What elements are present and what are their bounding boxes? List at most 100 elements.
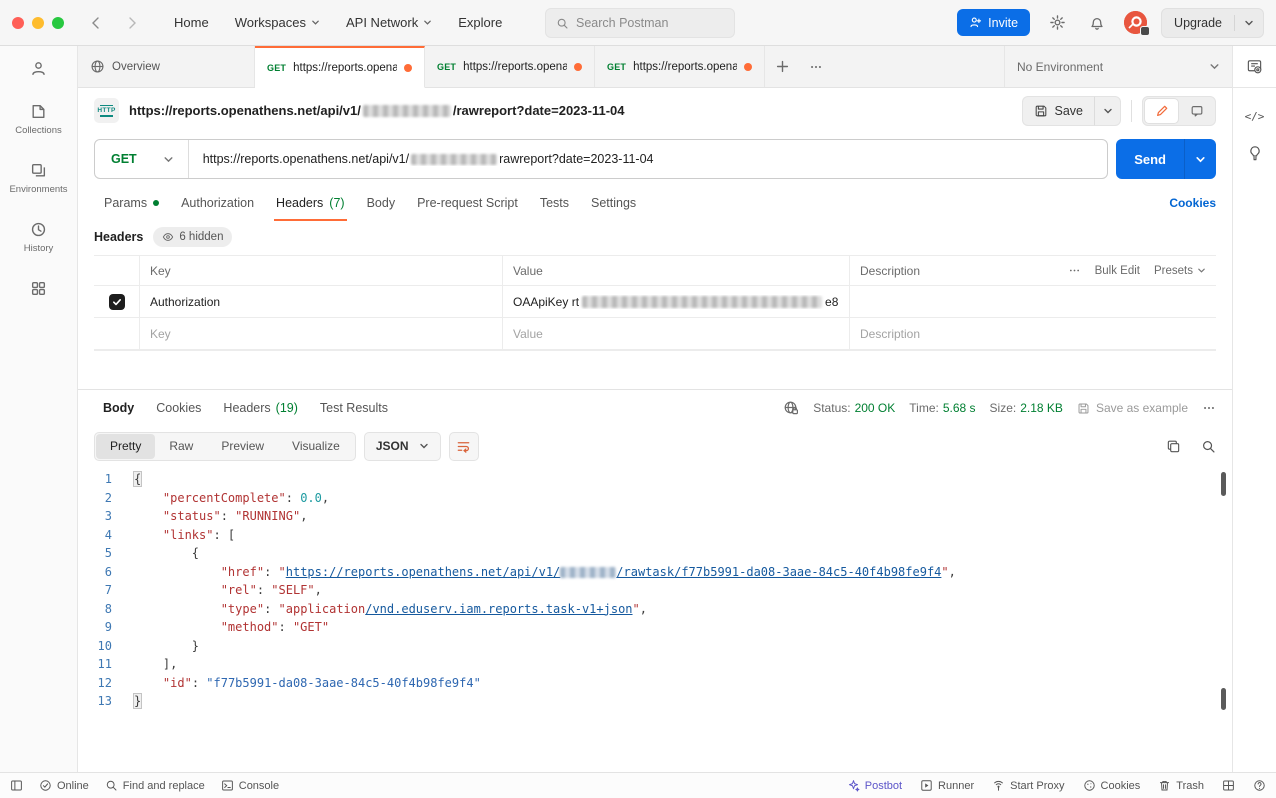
runner-button[interactable]: Runner xyxy=(920,779,974,792)
chevron-down-icon[interactable] xyxy=(1235,18,1263,28)
save-as-example-button[interactable]: Save as example xyxy=(1077,401,1188,415)
back-arrow-icon[interactable] xyxy=(82,9,110,37)
tab-pre-request-script[interactable]: Pre-request Script xyxy=(407,185,528,221)
sidebar-item-user[interactable] xyxy=(30,60,47,77)
environment-quick-look-button[interactable] xyxy=(1233,46,1276,88)
url-input[interactable]: https://reports.openathens.net/api/v1/ra… xyxy=(189,152,668,166)
new-tab-button[interactable] xyxy=(765,46,799,87)
response-status[interactable]: Status:200 OK xyxy=(813,401,895,415)
start-proxy-button[interactable]: Start Proxy xyxy=(992,779,1064,792)
tab-body[interactable]: Body xyxy=(357,185,406,221)
header-value-cell[interactable]: OAApiKey rte8 xyxy=(503,286,850,317)
response-tab-test-results[interactable]: Test Results xyxy=(311,401,397,415)
response-time[interactable]: Time:5.68 s xyxy=(909,401,975,415)
save-options-button[interactable] xyxy=(1094,96,1121,126)
cookies-link[interactable]: Cookies xyxy=(1169,185,1216,221)
tab-params[interactable]: Params xyxy=(94,185,169,221)
request-title[interactable]: https://reports.openathens.net/api/v1//r… xyxy=(129,103,625,118)
avatar[interactable] xyxy=(1124,11,1147,34)
table-options-button[interactable] xyxy=(1068,264,1081,277)
panes-button[interactable] xyxy=(1222,779,1235,792)
scrollbar-thumb[interactable] xyxy=(1221,472,1226,496)
request-tab-strip: Overview GET https://reports.openath GET… xyxy=(78,46,1232,88)
nav-workspaces[interactable]: Workspaces xyxy=(225,9,330,36)
nav-home[interactable]: Home xyxy=(164,9,219,36)
code-snippet-button[interactable]: </> xyxy=(1245,110,1265,123)
presets-button[interactable]: Presets xyxy=(1154,265,1206,277)
hidden-headers-badge[interactable]: 6 hidden xyxy=(153,227,232,247)
notifications-bell-icon[interactable] xyxy=(1084,10,1110,36)
view-preview[interactable]: Preview xyxy=(207,434,278,459)
value-placeholder[interactable]: Value xyxy=(503,318,850,349)
comment-icon[interactable] xyxy=(1179,98,1214,124)
minimize-window-button[interactable] xyxy=(32,17,44,29)
tab-overview[interactable]: Overview xyxy=(78,46,255,87)
sidebar-item-apps[interactable] xyxy=(30,280,47,297)
tab-options-button[interactable] xyxy=(799,46,833,87)
tab-headers[interactable]: Headers(7) xyxy=(266,185,355,221)
help-button[interactable] xyxy=(1253,779,1266,792)
tab-request-2[interactable]: GET https://reports.openath xyxy=(425,46,595,87)
response-link[interactable]: /vnd.eduserv.iam.reports.task-v1+json xyxy=(365,602,632,616)
view-raw[interactable]: Raw xyxy=(155,434,207,459)
close-window-button[interactable] xyxy=(12,17,24,29)
invite-button[interactable]: Invite xyxy=(957,9,1030,36)
response-size[interactable]: Size:2.18 KB xyxy=(990,401,1063,415)
save-button[interactable]: Save xyxy=(1022,96,1095,126)
cookies-button[interactable]: Cookies xyxy=(1083,779,1141,792)
user-icon xyxy=(30,60,47,77)
toggle-sidebar-button[interactable] xyxy=(10,779,23,792)
response-tab-body[interactable]: Body xyxy=(94,401,143,415)
lightbulb-icon[interactable] xyxy=(1247,145,1263,161)
search-input[interactable]: Search Postman xyxy=(545,8,735,38)
code-token: "RUNNING" xyxy=(235,509,300,523)
key-placeholder[interactable]: Key xyxy=(140,318,503,349)
redacted-text xyxy=(411,154,497,165)
response-options-button[interactable] xyxy=(1202,401,1216,415)
tab-request-3[interactable]: GET https://reports.openath xyxy=(595,46,765,87)
headers-section-title: Headers xyxy=(94,230,143,244)
header-description-cell[interactable] xyxy=(850,286,1216,317)
upgrade-button[interactable]: Upgrade xyxy=(1161,8,1264,38)
sidebar-item-history[interactable]: History xyxy=(24,221,54,254)
sidebar-item-collections[interactable]: Collections xyxy=(15,103,61,136)
tab-authorization[interactable]: Authorization xyxy=(171,185,264,221)
response-tab-cookies[interactable]: Cookies xyxy=(147,401,210,415)
view-pretty[interactable]: Pretty xyxy=(96,434,155,459)
copy-response-button[interactable] xyxy=(1166,439,1181,454)
description-placeholder[interactable]: Description xyxy=(850,318,1216,349)
method-select[interactable]: GET xyxy=(95,140,189,178)
line-number: 5 xyxy=(78,544,112,563)
code-token xyxy=(134,676,163,690)
forward-arrow-icon[interactable] xyxy=(118,9,146,37)
find-and-replace-button[interactable]: Find and replace xyxy=(105,779,205,792)
tab-settings[interactable]: Settings xyxy=(581,185,646,221)
wrap-lines-button[interactable] xyxy=(449,432,479,461)
format-select[interactable]: JSON xyxy=(364,432,441,461)
header-enabled-checkbox[interactable] xyxy=(109,294,125,310)
send-button[interactable]: Send xyxy=(1116,139,1184,179)
view-visualize[interactable]: Visualize xyxy=(278,434,354,459)
send-options-button[interactable] xyxy=(1184,139,1216,179)
bulk-edit-button[interactable]: Bulk Edit xyxy=(1095,265,1140,277)
edit-pencil-icon[interactable] xyxy=(1144,98,1179,124)
response-link[interactable]: /rawtask/f77b5991-da08-3aae-84c5-40f4b98… xyxy=(616,565,941,579)
console-button[interactable]: Console xyxy=(221,779,279,792)
header-key-cell[interactable]: Authorization xyxy=(140,286,503,317)
search-response-button[interactable] xyxy=(1201,439,1216,454)
trash-button[interactable]: Trash xyxy=(1158,779,1204,792)
tab-request-1[interactable]: GET https://reports.openath xyxy=(255,46,425,88)
response-link[interactable]: https://reports.openathens.net/api/v1/ xyxy=(286,565,561,579)
sidebar-item-environments[interactable]: Environments xyxy=(9,162,67,195)
nav-api-network[interactable]: API Network xyxy=(336,9,442,36)
response-body-editor[interactable]: 1{2 "percentComplete": 0.0,3 "status": "… xyxy=(78,466,1232,772)
settings-gear-icon[interactable] xyxy=(1044,10,1070,36)
environment-selector[interactable]: No Environment xyxy=(1004,46,1232,87)
tab-tests[interactable]: Tests xyxy=(530,185,579,221)
scrollbar-thumb[interactable] xyxy=(1221,688,1226,710)
nav-explore[interactable]: Explore xyxy=(448,9,512,36)
postbot-button[interactable]: Postbot xyxy=(847,779,902,792)
online-status[interactable]: Online xyxy=(39,779,89,792)
response-tab-headers[interactable]: Headers(19) xyxy=(214,401,306,415)
maximize-window-button[interactable] xyxy=(52,17,64,29)
